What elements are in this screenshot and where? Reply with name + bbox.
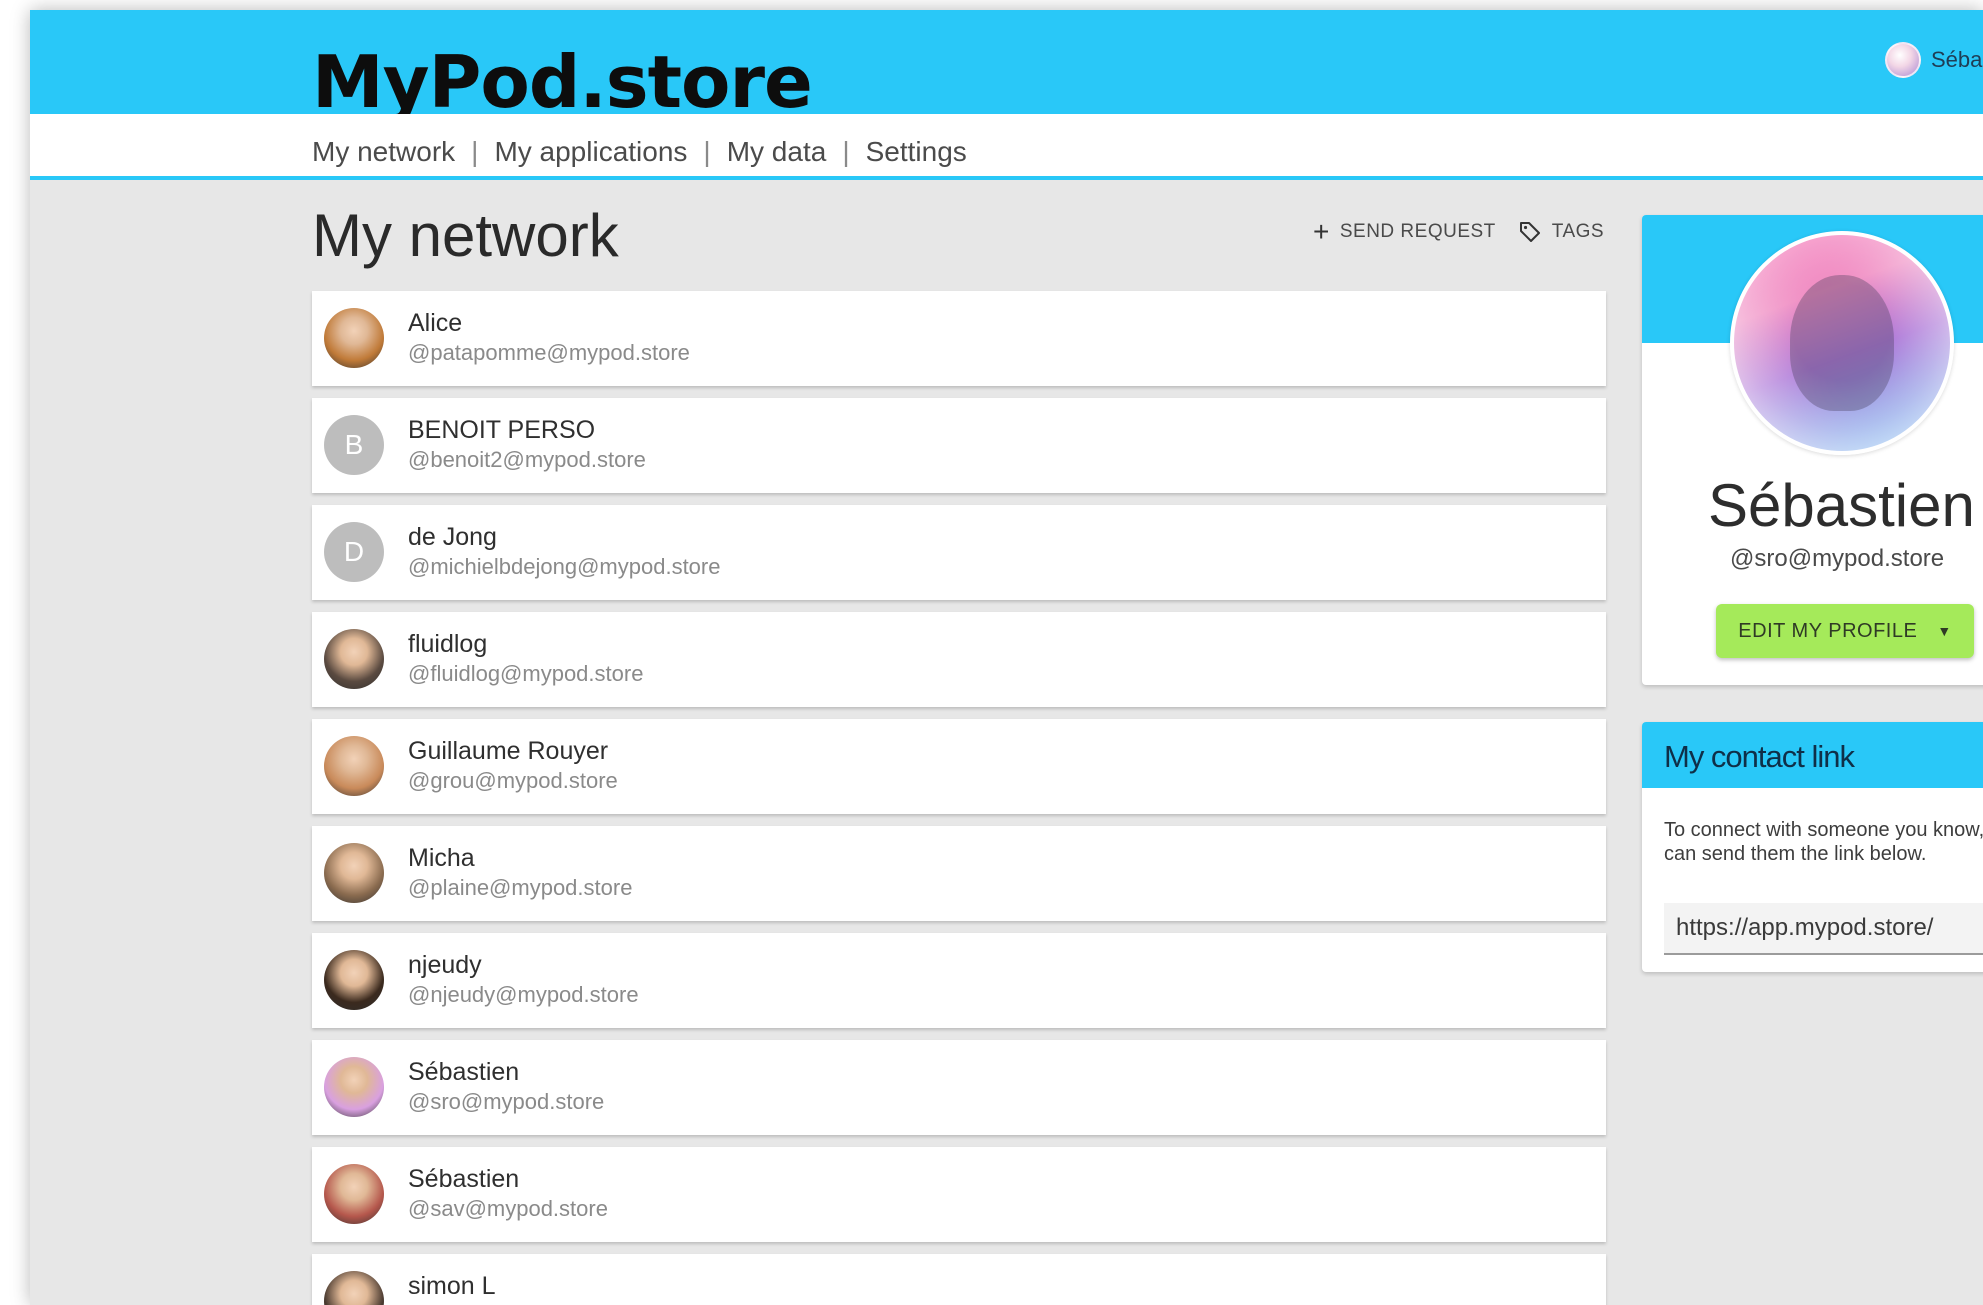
contact-link-description: To connect with someone you know, you ca… — [1664, 819, 1983, 865]
network-actions: + SEND REQUEST TAGS — [1313, 218, 1604, 246]
user-name: Séba — [1931, 47, 1983, 72]
contact-name: simon L — [408, 1272, 496, 1300]
user-avatar — [1885, 42, 1921, 78]
contact-row[interactable]: B BENOIT PERSO @benoit2@mypod.store — [312, 398, 1606, 493]
main-nav: My network | My applications | My data |… — [312, 136, 967, 168]
contact-row[interactable]: Dde Jong @michielbdejong@mypod.store — [312, 505, 1606, 600]
contact-name: Alice — [408, 309, 463, 337]
caret-down-icon: ▼ — [1937, 623, 1952, 639]
contact-avatar: B — [324, 415, 384, 475]
browser-page: MyPod.store Séba My network | My applica… — [30, 10, 1983, 1305]
contact-handle: @fluidlog@mypod.store — [408, 661, 644, 686]
edit-profile-button[interactable]: EDIT MY PROFILE ▼ — [1716, 604, 1974, 658]
contact-avatar — [324, 843, 384, 903]
contact-row[interactable]: fluidlog @fluidlog@mypod.store — [312, 612, 1606, 707]
contact-name: njeudy — [408, 951, 482, 979]
profile-card: Sébastien @sro@mypod.store EDIT MY PROFI… — [1642, 215, 1983, 685]
nav-my-data[interactable]: My data — [727, 136, 827, 168]
tag-icon — [1518, 220, 1542, 244]
contact-row[interactable]: Guillaume Rouyer @grou@mypod.store — [312, 719, 1606, 814]
contact-row[interactable]: Micha @plaine@mypod.store — [312, 826, 1606, 921]
contact-avatar — [324, 629, 384, 689]
profile-avatar — [1730, 231, 1954, 455]
contact-list: Alice @patapomme@mypod.store B BENOIT PERSO… — [312, 291, 1606, 1305]
contact-name: fluidlog — [408, 630, 488, 658]
profile-handle: @sro@mypod.store — [1730, 545, 1945, 572]
contact-link-card: My contact link To connect with someone … — [1642, 722, 1983, 972]
contact-avatar — [324, 950, 384, 1010]
contact-handle: @michielbdejong@mypod.store — [408, 554, 721, 579]
contact-link-field[interactable] — [1664, 903, 1983, 955]
contact-name: Guillaume Rouyer — [408, 737, 609, 765]
nav-separator: | — [842, 136, 850, 167]
contact-avatar: D — [324, 522, 384, 582]
contact-handle: @njeudy@mypod.store — [408, 982, 639, 1007]
edit-profile-label: EDIT MY PROFILE — [1738, 619, 1918, 642]
user-menu[interactable]: Séba — [1885, 42, 1982, 78]
contact-name: Sébastien — [408, 1058, 520, 1086]
profile-avatar-face — [1790, 275, 1894, 411]
contact-avatar — [324, 736, 384, 796]
nav-settings[interactable]: Settings — [866, 136, 967, 168]
contact-name: BENOIT PERSO — [408, 416, 596, 444]
contact-row[interactable]: simon L — [312, 1254, 1606, 1305]
contact-handle: @patapomme@mypod.store — [408, 340, 690, 365]
page-title: My network — [312, 202, 619, 269]
contact-handle: @plaine@mypod.store — [408, 875, 633, 900]
contact-initial: B — [344, 429, 364, 460]
tags-label: TAGS — [1551, 221, 1605, 242]
contact-name: de Jong — [408, 523, 497, 551]
contact-row[interactable]: Sébastien @sro@mypod.store — [312, 1040, 1606, 1135]
contact-initial: D — [343, 536, 365, 567]
plus-icon: + — [1313, 216, 1330, 247]
contact-handle: @grou@mypod.store — [408, 768, 618, 793]
main-nav-bar: My network | My applications | My data |… — [30, 114, 1983, 180]
nav-separator: | — [471, 136, 479, 167]
contact-avatar — [324, 1271, 384, 1305]
top-header: MyPod.store Séba — [30, 10, 1983, 118]
contact-row[interactable]: njeudy @njeudy@mypod.store — [312, 933, 1606, 1028]
contact-avatar — [324, 1057, 384, 1117]
contact-link-title: My contact link — [1664, 739, 1855, 774]
contact-avatar — [324, 1164, 384, 1224]
tags-button[interactable]: TAGS — [1518, 220, 1604, 244]
contact-handle: @benoit2@mypod.store — [408, 447, 646, 472]
profile-name: Sébastien — [1708, 472, 1975, 539]
send-request-label: SEND REQUEST — [1339, 221, 1496, 242]
contact-row[interactable]: Alice @patapomme@mypod.store — [312, 291, 1606, 386]
contact-handle: @sro@mypod.store — [408, 1089, 605, 1114]
send-request-button[interactable]: + SEND REQUEST — [1313, 218, 1496, 246]
contact-row[interactable]: Sébastien @sav@mypod.store — [312, 1147, 1606, 1242]
contact-name: Sébastien — [408, 1165, 520, 1193]
contact-handle: @sav@mypod.store — [408, 1196, 608, 1221]
nav-separator: | — [703, 136, 711, 167]
contact-avatar — [324, 308, 384, 368]
nav-my-network[interactable]: My network — [312, 136, 455, 168]
contact-name: Micha — [408, 844, 475, 872]
nav-my-applications[interactable]: My applications — [494, 136, 687, 168]
brand-logo[interactable]: MyPod.store — [312, 46, 813, 118]
